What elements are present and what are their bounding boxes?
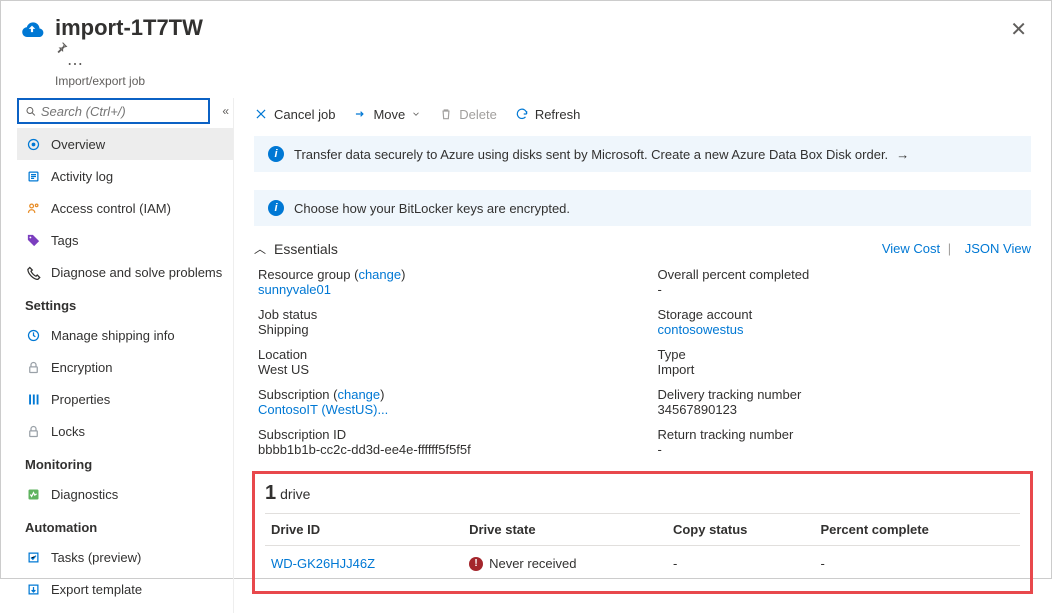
change-link[interactable]: change (337, 387, 380, 402)
essentials-label: Subscription ID (258, 427, 628, 442)
overview-icon (25, 136, 41, 152)
sidebar-item-properties[interactable]: Properties (17, 383, 233, 415)
close-button[interactable]: ✕ (1004, 15, 1033, 44)
arrow-right-icon: → (896, 147, 909, 162)
essentials-label: Job status (258, 307, 628, 322)
drive-id-link[interactable]: WD-GK26HJJ46Z (271, 556, 375, 571)
databox-banner[interactable]: i Transfer data securely to Azure using … (254, 136, 1031, 172)
page-subtitle: Import/export job (55, 74, 1004, 88)
sidebar-item-locks[interactable]: Locks (17, 415, 233, 447)
essentials-label: Storage account (658, 307, 1028, 322)
drive-column-header: Percent complete (814, 514, 1020, 546)
sidebar-item-tags[interactable]: Tags (17, 224, 233, 256)
shipping-icon (25, 327, 41, 343)
essentials-value[interactable]: contosowestus (658, 322, 1028, 337)
essentials-label: Resource group (change) (258, 267, 628, 282)
sidebar-item-label: Overview (51, 137, 105, 152)
locks-icon (25, 423, 41, 439)
error-icon: ! (469, 557, 483, 571)
table-row: WD-GK26HJJ46Z!Never received-- (265, 546, 1020, 582)
essentials-label: Return tracking number (658, 427, 1028, 442)
sidebar-item-label: Properties (51, 392, 110, 407)
diag-icon (25, 486, 41, 502)
drive-column-header: Drive state (463, 514, 667, 546)
info-icon: i (268, 200, 284, 216)
essentials-value: Import (658, 362, 1028, 377)
resource-icon (19, 15, 45, 43)
sidebar-item-access-control-iam-[interactable]: Access control (IAM) (17, 192, 233, 224)
json-view-link[interactable]: JSON View (965, 241, 1031, 256)
copy-status: - (667, 546, 815, 582)
sidebar-item-label: Export template (51, 582, 142, 597)
info-icon: i (268, 146, 284, 162)
essentials-label: Subscription (change) (258, 387, 628, 402)
essentials-label: Delivery tracking number (658, 387, 1028, 402)
delete-button: Delete (439, 107, 497, 122)
essentials-value: bbbb1b1b-cc2c-dd3d-ee4e-ffffff5f5f5f (258, 442, 628, 457)
search-input[interactable] (17, 98, 210, 124)
essentials-value: - (658, 442, 1028, 457)
sidebar-group-automation: Automation (17, 510, 233, 541)
sidebar-item-overview[interactable]: Overview (17, 128, 233, 160)
essentials-value: - (658, 282, 1028, 297)
sidebar-item-diagnose-and-solve-problems[interactable]: Diagnose and solve problems (17, 256, 233, 288)
chevron-down-icon (411, 109, 421, 119)
activity-icon (25, 168, 41, 184)
diagnose-icon (25, 264, 41, 280)
pin-icon[interactable] (55, 41, 1004, 54)
change-link[interactable]: change (358, 267, 401, 282)
tags-icon (25, 232, 41, 248)
drive-section: 1drive Drive IDDrive stateCopy statusPer… (252, 471, 1033, 594)
lock-icon (25, 359, 41, 375)
sidebar-item-label: Access control (IAM) (51, 201, 171, 216)
more-icon[interactable]: ⋯ (67, 56, 85, 73)
sidebar-item-label: Tasks (preview) (51, 550, 141, 565)
sidebar-item-label: Diagnostics (51, 487, 118, 502)
essentials-value[interactable]: sunnyvale01 (258, 282, 628, 297)
sidebar-item-tasks-preview-[interactable]: Tasks (preview) (17, 541, 233, 573)
sidebar-item-activity-log[interactable]: Activity log (17, 160, 233, 192)
sidebar-item-label: Manage shipping info (51, 328, 175, 343)
percent-complete: - (814, 546, 1020, 582)
sidebar-item-label: Encryption (51, 360, 112, 375)
drive-state: !Never received (469, 556, 661, 571)
essentials-label: Overall percent completed (658, 267, 1028, 282)
move-button[interactable]: Move (353, 107, 421, 122)
sidebar-item-label: Activity log (51, 169, 113, 184)
essentials-value: 34567890123 (658, 402, 1028, 417)
page-title: import-1T7TW (55, 15, 203, 41)
sidebar-item-export-template[interactable]: Export template (17, 573, 233, 605)
sidebar-item-label: Tags (51, 233, 78, 248)
essentials-value: West US (258, 362, 628, 377)
cancel-job-button[interactable]: Cancel job (254, 107, 335, 122)
props-icon (25, 391, 41, 407)
sidebar-item-diagnostics[interactable]: Diagnostics (17, 478, 233, 510)
essentials-title: Essentials (274, 241, 338, 257)
refresh-button[interactable]: Refresh (515, 107, 581, 122)
drive-column-header: Drive ID (265, 514, 463, 546)
sidebar-item-manage-shipping-info[interactable]: Manage shipping info (17, 319, 233, 351)
export-icon (25, 581, 41, 597)
chevron-up-icon[interactable]: ︿ (254, 240, 266, 257)
collapse-sidebar-icon[interactable]: « (218, 100, 233, 122)
essentials-label: Type (658, 347, 1028, 362)
sidebar-item-label: Diagnose and solve problems (51, 265, 222, 280)
sidebar-group-settings: Settings (17, 288, 233, 319)
tasks-icon (25, 549, 41, 565)
view-cost-link[interactable]: View Cost (882, 241, 940, 256)
sidebar-item-encryption[interactable]: Encryption (17, 351, 233, 383)
drive-column-header: Copy status (667, 514, 815, 546)
drive-count-title: 1drive (265, 478, 1020, 513)
essentials-value: Shipping (258, 322, 628, 337)
sidebar-item-label: Locks (51, 424, 85, 439)
essentials-value[interactable]: ContosoIT (WestUS)... (258, 402, 628, 417)
access-icon (25, 200, 41, 216)
sidebar-group-monitoring: Monitoring (17, 447, 233, 478)
bitlocker-banner[interactable]: i Choose how your BitLocker keys are enc… (254, 190, 1031, 226)
essentials-label: Location (258, 347, 628, 362)
